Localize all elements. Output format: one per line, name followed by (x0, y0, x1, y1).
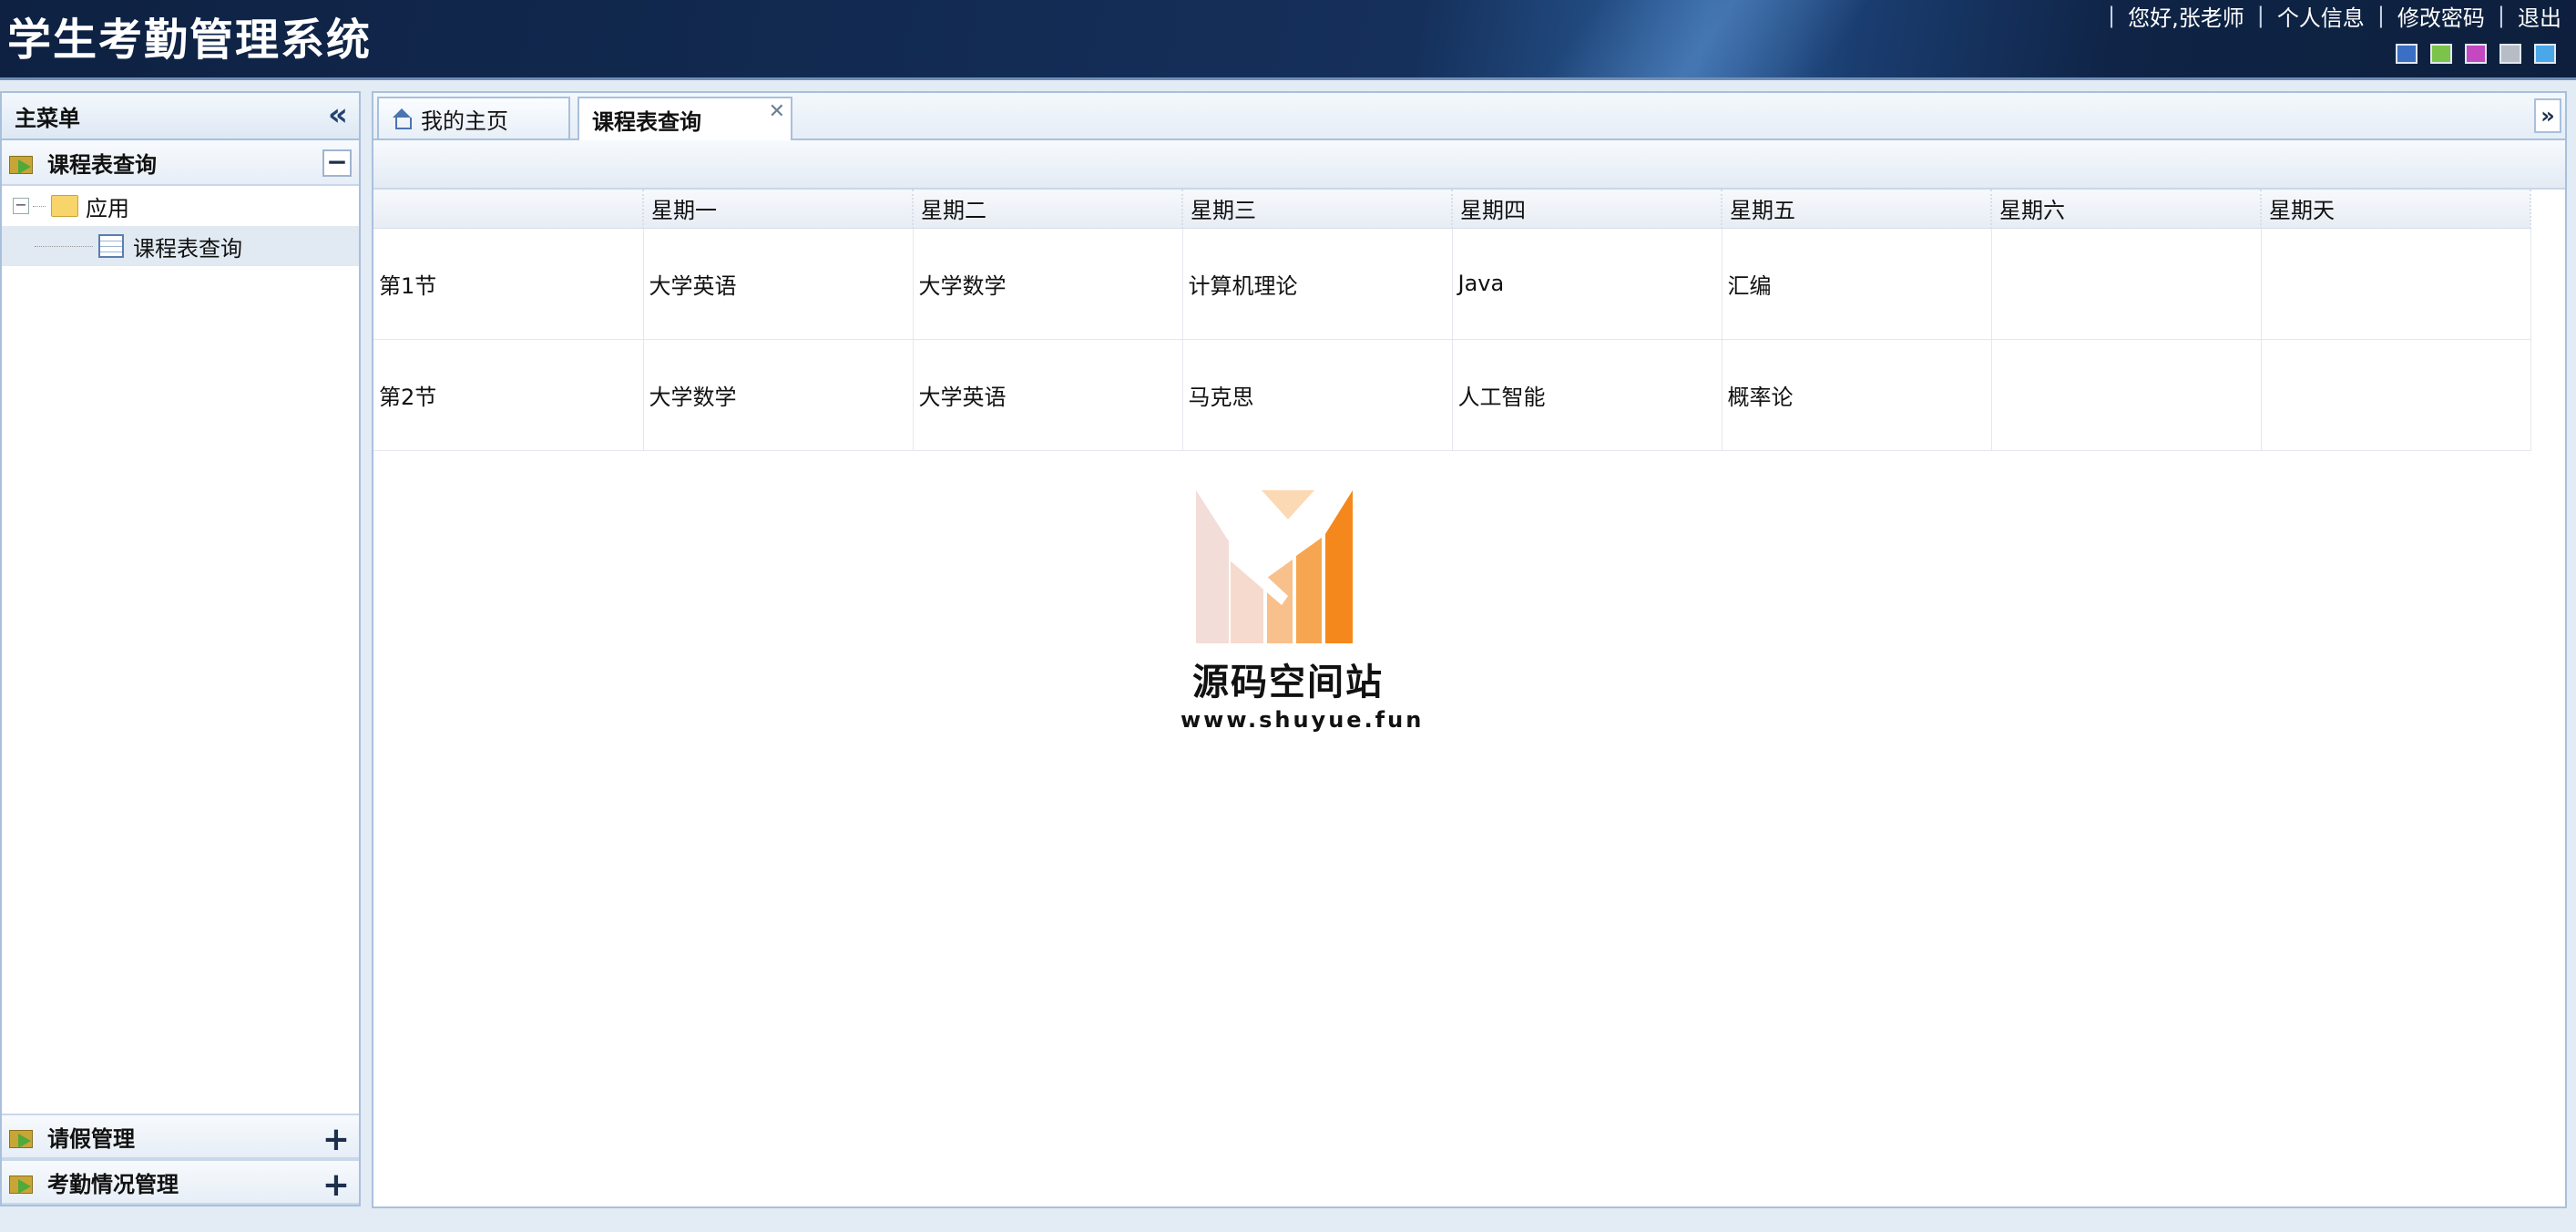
tab-schedule-query[interactable]: 课程表查询 ✕ (578, 97, 792, 140)
sidebar-title: 主菜单 (15, 105, 80, 131)
table-cell (2261, 228, 2531, 340)
collapse-panel-icon[interactable]: − (322, 149, 352, 177)
table-cell (1991, 228, 2262, 340)
close-icon[interactable]: ✕ (769, 100, 785, 123)
tab-home[interactable]: 我的主页 (377, 97, 570, 139)
separator: | (2107, 3, 2116, 28)
expand-panel-icon[interactable]: + (322, 1121, 350, 1158)
column-header: 星期天 (2261, 190, 2531, 229)
logout-link[interactable]: 退出 (2518, 0, 2561, 32)
separator: | (2377, 3, 2385, 28)
panel-label: 考勤情况管理 (47, 1171, 179, 1197)
tree-collapse-icon[interactable]: − (13, 198, 29, 214)
app-header: 学生考勤管理系统 | 您好,张老师 | 个人信息 | 修改密码 | 退出 (0, 0, 2576, 80)
table-row[interactable]: 第1节 大学英语 大学数学 计算机理论 Java 汇编 (373, 228, 2531, 340)
table-cell (2261, 339, 2531, 451)
watermark-title: 源码空间站 (1192, 662, 1384, 703)
tree-folder-label: 应用 (86, 195, 129, 221)
folder-icon (51, 195, 78, 217)
theme-swatch-green[interactable] (2430, 44, 2452, 64)
user-links: | 您好,张老师 | 个人信息 | 修改密码 | 退出 (2108, 0, 2561, 31)
folder-arrow-icon (9, 150, 36, 174)
table-cell: 大学英语 (643, 228, 914, 340)
table-cell: 大学数学 (643, 339, 914, 451)
table-icon (98, 234, 124, 258)
separator: | (2497, 3, 2505, 28)
tab-menu-chevron-icon[interactable]: » (2534, 98, 2561, 133)
panel-schedule-query[interactable]: 课程表查询 − (2, 140, 359, 186)
watermark-url: www.shuyue.fun (1181, 707, 1425, 733)
separator: | (2256, 3, 2264, 28)
schedule-table: 星期一 星期二 星期三 星期四 星期五 星期六 星期天 第1节 大学英语 大学数… (373, 190, 2531, 451)
change-password-link[interactable]: 修改密码 (2397, 0, 2485, 32)
theme-swatch-cyan[interactable] (2534, 44, 2556, 64)
tree-item-label: 课程表查询 (133, 235, 242, 262)
tab-label: 课程表查询 (592, 108, 701, 135)
table-cell (1991, 339, 2262, 451)
column-header: 星期五 (1722, 190, 1992, 229)
table-cell: Java (1452, 228, 1722, 340)
sidebar-bottom-panels: 请假管理 + 考勤情况管理 + (2, 1114, 359, 1205)
column-header: 星期四 (1452, 190, 1722, 229)
table-cell: 大学英语 (913, 339, 1183, 451)
table-cell: 概率论 (1722, 339, 1992, 451)
theme-switcher (2396, 44, 2556, 64)
panel-label: 请假管理 (47, 1125, 135, 1152)
theme-swatch-pink[interactable] (2465, 44, 2487, 64)
tab-bar: 我的主页 课程表查询 ✕ » (373, 93, 2565, 140)
home-icon (392, 108, 412, 129)
tree-connector (33, 205, 46, 207)
panel-label: 课程表查询 (47, 151, 157, 178)
tree-connector (35, 245, 93, 247)
profile-link[interactable]: 个人信息 (2277, 0, 2365, 32)
column-header (373, 190, 644, 229)
table-cell: 第2节 (373, 339, 644, 451)
watermark-logo-icon (1196, 490, 1353, 643)
app-title: 学生考勤管理系统 (7, 15, 373, 66)
table-cell: 马克思 (1182, 339, 1453, 451)
header-decoration (1521, 0, 1886, 77)
table-cell: 计算机理论 (1182, 228, 1453, 340)
column-header: 星期三 (1182, 190, 1453, 229)
sidebar-header: 主菜单 « (2, 93, 359, 140)
theme-swatch-gray[interactable] (2499, 44, 2521, 64)
tree-folder-app[interactable]: − 应用 (2, 186, 359, 226)
watermark: 源码空间站 www.shuyue.fun (1181, 487, 1425, 733)
table-row[interactable]: 第2节 大学数学 大学英语 马克思 人工智能 概率论 (373, 339, 2531, 451)
main-content: 我的主页 课程表查询 ✕ » 星期一 星期二 星期三 星期四 星期五 星期六 星… (372, 91, 2567, 1208)
collapse-sidebar-icon[interactable]: « (324, 99, 352, 130)
folder-arrow-icon (9, 1124, 36, 1148)
expand-panel-icon[interactable]: + (322, 1166, 350, 1204)
column-header: 星期二 (913, 190, 1183, 229)
toolbar (373, 140, 2565, 190)
table-cell: 大学数学 (913, 228, 1183, 340)
folder-arrow-icon (9, 1170, 36, 1194)
table-cell: 人工智能 (1452, 339, 1722, 451)
sidebar: 主菜单 « 课程表查询 − − 应用 课程表查询 请假管理 + 考勤情况管理 + (0, 91, 361, 1206)
panel-leave-management[interactable]: 请假管理 + (2, 1114, 359, 1159)
tree-item-schedule[interactable]: 课程表查询 (2, 226, 359, 266)
panel-attendance-management[interactable]: 考勤情况管理 + (2, 1159, 359, 1205)
table-header-row: 星期一 星期二 星期三 星期四 星期五 星期六 星期天 (373, 190, 2531, 229)
column-header: 星期六 (1991, 190, 2262, 229)
column-header: 星期一 (643, 190, 914, 229)
greeting-link[interactable]: 您好,张老师 (2128, 0, 2244, 32)
table-cell: 汇编 (1722, 228, 1992, 340)
theme-swatch-blue[interactable] (2396, 44, 2418, 64)
table-cell: 第1节 (373, 228, 644, 340)
tab-label: 我的主页 (421, 108, 508, 134)
